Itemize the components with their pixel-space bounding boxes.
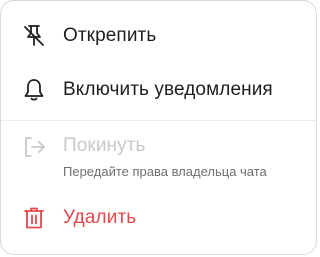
- bell-icon: [21, 77, 47, 103]
- menu-item-leave-hint: Передайте права владельца чата: [63, 164, 267, 179]
- context-menu: Открепить Включить уведомления Покинуть …: [0, 0, 317, 255]
- menu-item-unpin-label: Открепить: [63, 25, 157, 46]
- menu-item-leave-label: Покинуть: [63, 135, 146, 156]
- menu-item-delete[interactable]: Удалить: [1, 203, 316, 233]
- logout-icon: [21, 134, 47, 160]
- menu-item-unpin[interactable]: Открепить: [1, 21, 316, 51]
- trash-icon: [21, 205, 47, 231]
- menu-divider: [1, 120, 316, 121]
- menu-item-leave: Покинуть Передайте права владельца чата: [1, 131, 316, 183]
- menu-item-enable-notifications-label: Включить уведомления: [63, 79, 273, 100]
- unpin-icon: [21, 23, 47, 49]
- menu-item-delete-label: Удалить: [63, 207, 137, 228]
- menu-item-enable-notifications[interactable]: Включить уведомления: [1, 75, 316, 105]
